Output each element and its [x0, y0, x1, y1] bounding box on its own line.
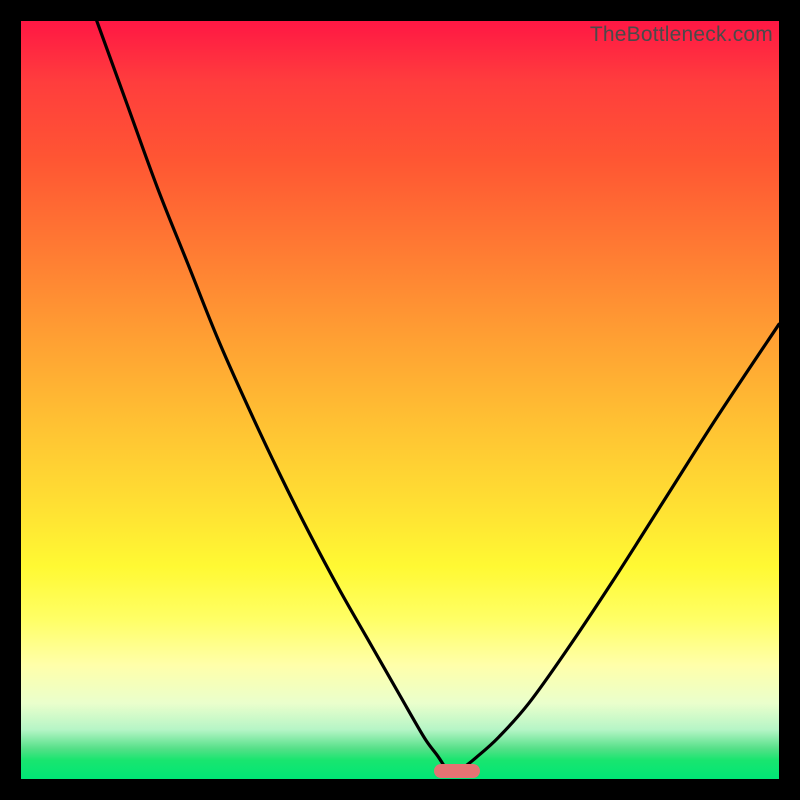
- bottleneck-marker: [434, 764, 480, 778]
- plot-area: TheBottleneck.com: [21, 21, 779, 779]
- chart-container: TheBottleneck.com: [0, 0, 800, 800]
- curve-layer: [21, 21, 779, 779]
- left-curve: [97, 21, 453, 775]
- right-curve: [453, 324, 779, 775]
